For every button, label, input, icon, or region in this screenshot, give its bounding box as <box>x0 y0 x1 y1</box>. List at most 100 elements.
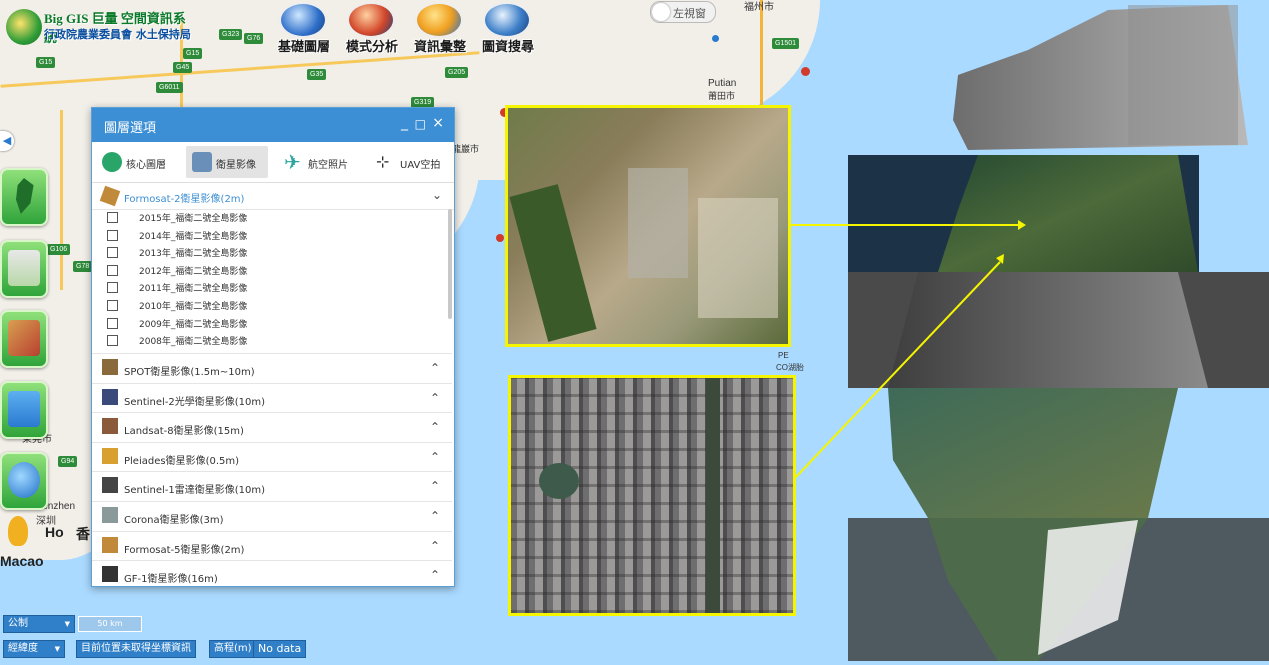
chevron-down-icon: ⌄ <box>431 188 442 202</box>
layer-list: 2015年_福衛二號全島影像 2014年_福衛二號全島影像 2013年_福衛二號… <box>92 209 452 353</box>
group-formosat2[interactable]: Formosat-2衛星影像(2m) ⌄ <box>92 183 454 210</box>
group-label: Landsat-8衛星影像(15m) <box>124 426 244 438</box>
elevation-value: No data <box>253 640 307 658</box>
chevron-up-icon: ⌃ <box>429 568 440 583</box>
chevron-up-icon: ⌃ <box>429 390 440 405</box>
layer-checkbox[interactable] <box>107 247 118 259</box>
group-label: Corona衛星影像(3m) <box>124 514 224 526</box>
list-item[interactable]: 2011年_福衛二號全島影像 <box>92 279 452 297</box>
layer-checkbox[interactable] <box>107 282 118 294</box>
group-label: Sentinel-2光學衛星影像(10m) <box>124 396 266 408</box>
close-button[interactable]: × <box>432 115 444 131</box>
nav-map-search-button[interactable]: 圖資搜尋 <box>474 0 536 56</box>
layers-icon <box>279 2 327 38</box>
layer-label: 2008年_福衛二號全島影像 <box>139 337 248 348</box>
list-item[interactable]: 2013年_福衛二號全島影像 <box>92 244 452 262</box>
tab-satellite[interactable]: 衛星影像 <box>186 146 268 178</box>
taiwan-map-tool-button[interactable] <box>0 168 48 226</box>
list-item[interactable]: 2015年_福衛二號全島影像 <box>92 209 452 227</box>
satellite-icon <box>102 506 118 523</box>
minimize-button[interactable]: _ <box>401 115 408 131</box>
nav-model-analysis-button[interactable]: 模式分析 <box>338 0 400 56</box>
list-item[interactable]: 2012年_福衛二號全島影像 <box>92 262 452 280</box>
tab-uav[interactable]: ⊹ UAV空拍 <box>370 146 450 178</box>
group-label: GF-1衛星影像(16m) <box>124 574 218 586</box>
tab-core-layers[interactable]: 核心圖層 <box>96 146 180 178</box>
satellite-icon <box>102 359 118 375</box>
satellite-icon <box>102 536 118 553</box>
toggle-label: 左視窗 <box>673 7 706 20</box>
satellite-icon <box>192 152 212 172</box>
layer-checkbox[interactable] <box>107 229 118 241</box>
layer-label: 2010年_福衛二號全島影像 <box>139 301 248 312</box>
tab-aerial-photos[interactable]: ✈ 航空照片 <box>278 146 364 178</box>
logo-emblem-icon <box>6 9 42 45</box>
scrollbar[interactable] <box>448 209 452 319</box>
group-spot[interactable]: SPOT衛星影像(1.5m~10m) ⌃ <box>92 353 452 383</box>
group-label: Pleiades衛星影像(0.5m) <box>124 455 240 467</box>
list-item[interactable]: 2014年_福衛二號全島影像 <box>92 227 452 245</box>
group-label: SPOT衛星影像(1.5m~10m) <box>124 367 255 378</box>
nav-basic-layers-button[interactable]: 基礎圖層 <box>270 0 332 56</box>
layer-checkbox[interactable] <box>107 212 118 223</box>
group-label: Formosat-5衛星影像(2m) <box>124 544 245 556</box>
tools-icon <box>8 320 40 356</box>
chevron-up-icon: ⌃ <box>429 361 440 375</box>
airplane-icon: ✈ <box>284 150 301 174</box>
satellite-icon <box>102 566 118 583</box>
group-landsat8[interactable]: Landsat-8衛星影像(15m) ⌃ <box>92 412 452 442</box>
list-item[interactable]: 2009年_福衛二號全島影像 <box>92 315 452 333</box>
window-tool-button[interactable] <box>0 381 48 439</box>
top-navigation: 基礎圖層 模式分析 資訊彙整 圖資搜尋 <box>270 0 550 56</box>
scale-bar: 50 km <box>78 616 142 632</box>
group-label: Sentinel-1雷達衛星影像(10m) <box>124 485 266 497</box>
nav-label: 基礎圖層 <box>277 40 330 55</box>
group-corona[interactable]: Corona衛星影像(3m) ⌃ <box>92 500 452 531</box>
globe-tool-button[interactable] <box>0 452 48 510</box>
satellite-icon <box>102 418 118 435</box>
tab-label: 衛星影像 <box>216 160 256 171</box>
group-formosat5[interactable]: Formosat-5衛星影像(2m) ⌃ <box>92 530 452 561</box>
list-item[interactable]: 2010年_福衛二號全島影像 <box>92 297 452 315</box>
map-marker-tool-button[interactable] <box>0 240 48 298</box>
group-label: Formosat-2衛星影像(2m) <box>124 194 245 205</box>
globe-icon <box>8 462 40 498</box>
layer-label: 2014年_福衛二號全島影像 <box>139 231 248 242</box>
position-readout: 目前位置未取得坐標資訊 <box>76 640 196 658</box>
list-item[interactable]: 2008年_福衛二號全島影像 <box>92 332 452 350</box>
chevron-up-icon: ⌃ <box>429 538 440 553</box>
satellite-icon <box>102 477 118 494</box>
map-marker-icon <box>8 250 40 286</box>
unit-select[interactable]: 公制 ▼ <box>3 615 75 633</box>
pegman-icon[interactable] <box>8 516 28 546</box>
coord-select-value: 經緯度 <box>8 643 38 654</box>
group-pleiades[interactable]: Pleiades衛星影像(0.5m) ⌃ <box>92 441 452 472</box>
toggle-knob <box>652 3 670 21</box>
window-icon <box>8 391 40 427</box>
left-window-toggle[interactable]: 左視窗 <box>650 1 716 23</box>
group-sentinel2[interactable]: Sentinel-2光學衛星影像(10m) ⌃ <box>92 382 452 413</box>
satellite-icon <box>99 185 121 207</box>
layer-groups: SPOT衛星影像(1.5m~10m) ⌃ Sentinel-2光學衛星影像(10… <box>92 353 452 586</box>
app-logo[interactable]: Big GIS 巨量 空間資訊系統 行政院農業委員會 水土保持局 <box>4 6 194 50</box>
layer-checkbox[interactable] <box>107 299 118 311</box>
layer-label: 2015年_福衛二號全島影像 <box>139 214 248 224</box>
layer-checkbox[interactable] <box>107 335 118 347</box>
layer-label: 2011年_福衛二號全島影像 <box>139 284 248 295</box>
search-icon <box>483 2 531 38</box>
group-gf1[interactable]: GF-1衛星影像(16m) ⌃ <box>92 560 452 586</box>
maximize-button[interactable]: □ <box>415 117 426 131</box>
map-tools-button[interactable] <box>0 310 48 368</box>
pie-chart-icon <box>415 2 463 38</box>
unit-select-value: 公制 <box>8 618 28 629</box>
layer-checkbox[interactable] <box>107 264 118 276</box>
logo-subtitle: 行政院農業委員會 水土保持局 <box>44 28 191 41</box>
layer-checkbox[interactable] <box>107 317 118 329</box>
group-sentinel1[interactable]: Sentinel-1雷達衛星影像(10m) ⌃ <box>92 471 452 501</box>
inset-photo-rural <box>505 105 791 347</box>
coord-system-select[interactable]: 經緯度 ▼ <box>3 640 65 658</box>
nav-info-summary-button[interactable]: 資訊彙整 <box>406 0 468 56</box>
tab-label: UAV空拍 <box>400 160 441 171</box>
chevron-up-icon: ⌃ <box>429 420 440 435</box>
chevron-down-icon: ▼ <box>54 645 60 653</box>
